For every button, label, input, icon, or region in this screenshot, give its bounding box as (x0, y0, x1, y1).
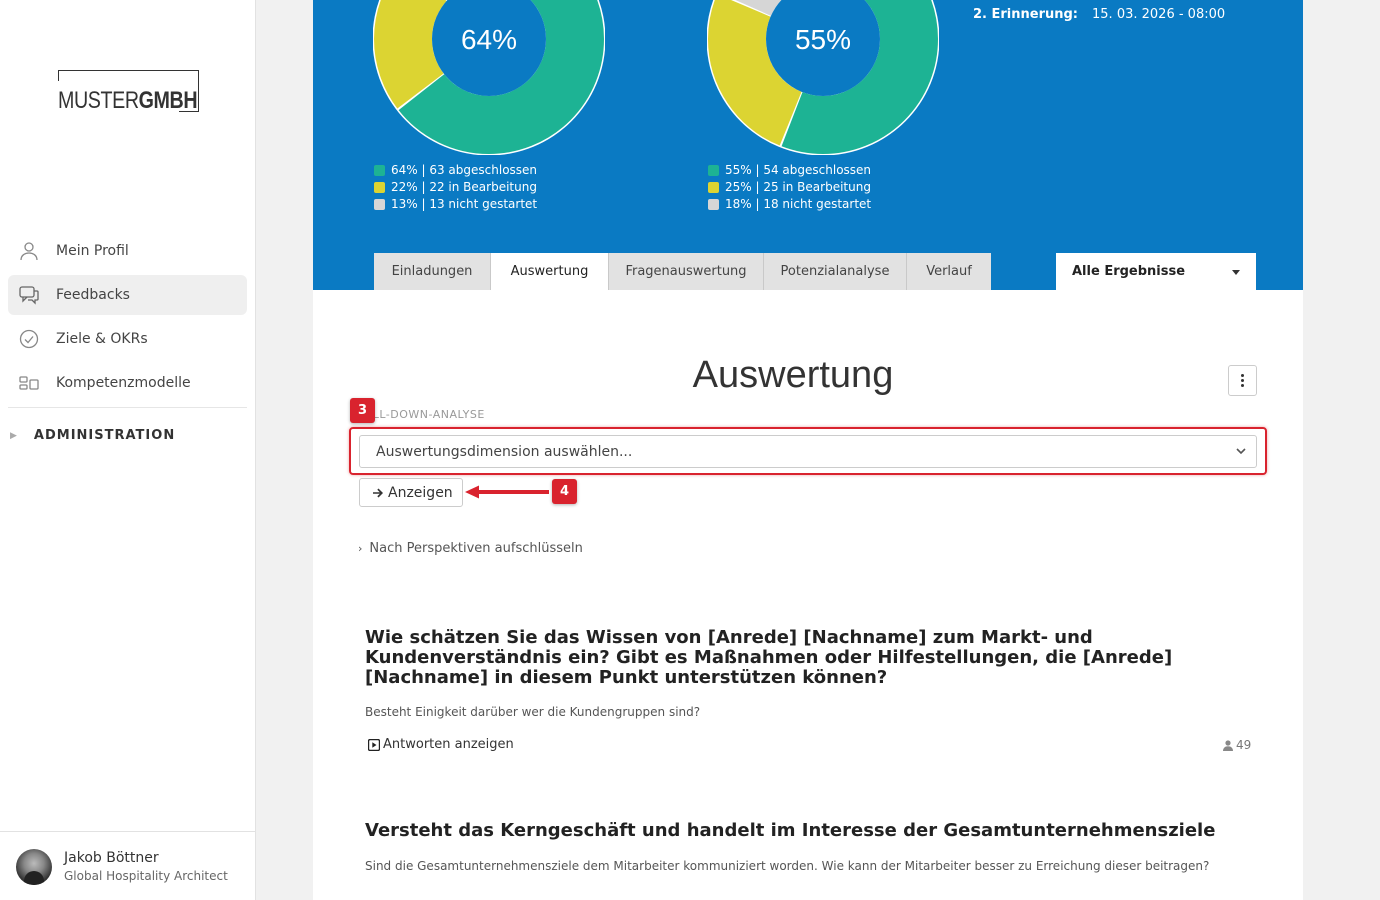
kebab-icon (1241, 373, 1244, 388)
dimension-select[interactable]: Auswertungsdimension auswählen... (359, 435, 1257, 468)
legend-text: 18% | 18 nicht gestartet (725, 197, 872, 211)
grid-icon (18, 372, 40, 394)
nav-divider (8, 407, 247, 408)
user-role: Global Hospitality Architect (64, 869, 228, 883)
caret-down-icon (1232, 270, 1240, 275)
legend-row: 55% | 54 abgeschlossen (708, 162, 871, 179)
question-subtitle: Sind die Gesamtunternehmensziele dem Mit… (365, 859, 1210, 873)
expand-label: Nach Perspektiven aufschlüsseln (369, 541, 583, 556)
caret-right-icon: ▶ (10, 430, 18, 441)
check-circle-icon (18, 328, 40, 350)
play-square-icon (368, 738, 380, 751)
reminder-label: 2. Erinnerung: (973, 7, 1079, 22)
legend-text: 25% | 25 in Bearbeitung (725, 180, 871, 194)
main-content: 64% 55% 64% | 63 abgeschlossen 22% | 22 … (313, 0, 1303, 900)
tab-bar: Einladungen Auswertung Fragenauswertung … (374, 253, 991, 290)
respondent-count-value: 49 (1236, 738, 1252, 752)
legend-swatch-open (708, 199, 719, 210)
chevron-right-icon: › (358, 542, 363, 555)
sidebar-item-label: Kompetenzmodelle (56, 375, 191, 391)
legend-text: 64% | 63 abgeschlossen (391, 163, 538, 177)
legend-text: 55% | 54 abgeschlossen (725, 163, 872, 177)
tab-potenzialanalyse[interactable]: Potenzialanalyse (764, 253, 907, 290)
legend-row: 64% | 63 abgeschlossen (374, 162, 537, 179)
sidebar-item-mein-profil[interactable]: Mein Profil (8, 231, 247, 271)
tab-einladungen[interactable]: Einladungen (374, 253, 491, 290)
tab-auswertung[interactable]: Auswertung (491, 253, 609, 290)
donut-chart-2: 55% (707, 0, 939, 155)
respondent-count: 49 (1223, 738, 1251, 752)
reminder-info: 2. Erinnerung: 15. 03. 2026 - 08:00 (973, 7, 1225, 22)
logo-text: MUSTERGMBH (58, 87, 198, 114)
sidebar-nav: Mein Profil Feedbacks Ziele & OKRs Kompe… (8, 231, 247, 408)
tab-verlauf[interactable]: Verlauf (907, 253, 991, 290)
drilldown-section-label: ILL-DOWN-ANALYSE (369, 408, 485, 421)
legend-swatch-progress (708, 182, 719, 193)
sidebar-item-label: Feedbacks (56, 287, 130, 303)
step-badge-3: 3 (350, 398, 375, 423)
sidebar-item-kompetenzmodelle[interactable]: Kompetenzmodelle (8, 363, 247, 403)
question-title: Wie schätzen Sie das Wissen von [Anrede]… (365, 627, 1173, 688)
legend-row: 18% | 18 nicht gestartet (708, 196, 871, 213)
show-button-label: Anzeigen (388, 484, 453, 501)
page-title: Auswertung (692, 354, 894, 396)
legend-row: 22% | 22 in Bearbeitung (374, 179, 537, 196)
sidebar-item-ziele-okrs[interactable]: Ziele & OKRs (8, 319, 247, 359)
legend-swatch-progress (374, 182, 385, 193)
sidebar-item-feedbacks[interactable]: Feedbacks (8, 275, 247, 315)
filter-label: Alle Ergebnisse (1072, 264, 1186, 279)
legend-swatch-open (374, 199, 385, 210)
more-options-button[interactable] (1228, 365, 1257, 396)
sidebar-item-administration[interactable]: ▶ ADMINISTRATION (10, 428, 175, 443)
avatar (16, 849, 52, 885)
question-title: Versteht das Kerngeschäft und handelt im… (365, 820, 1216, 841)
chevron-down-icon (1236, 448, 1246, 455)
user-icon (18, 240, 40, 262)
hero-banner: 64% 55% 64% | 63 abgeschlossen 22% | 22 … (313, 0, 1303, 290)
legend-row: 13% | 13 nicht gestartet (374, 196, 537, 213)
donut-center-label: 55% (795, 24, 851, 55)
legend-text: 22% | 22 in Bearbeitung (391, 180, 537, 194)
user-profile[interactable]: Jakob Böttner Global Hospitality Archite… (0, 831, 255, 900)
show-answers-label: Antworten anzeigen (383, 737, 514, 752)
sidebar-item-label: Mein Profil (56, 243, 129, 259)
chat-icon (18, 284, 40, 306)
legend-swatch-done (374, 165, 385, 176)
donut-2-legend: 55% | 54 abgeschlossen 25% | 25 in Bearb… (708, 162, 871, 213)
legend-swatch-done (708, 165, 719, 176)
legend-text: 13% | 13 nicht gestartet (391, 197, 538, 211)
donut-center-label: 64% (461, 24, 517, 55)
show-button[interactable]: Anzeigen (359, 478, 463, 507)
reminder-value: 15. 03. 2026 - 08:00 (1092, 7, 1226, 22)
admin-label: ADMINISTRATION (33, 428, 176, 443)
donut-chart-1: 64% (373, 0, 605, 155)
donut-1-legend: 64% | 63 abgeschlossen 22% | 22 in Bearb… (374, 162, 537, 213)
sidebar-item-label: Ziele & OKRs (56, 331, 148, 347)
person-icon (1223, 739, 1233, 751)
step-badge-4: 4 (552, 479, 577, 504)
arrow-right-icon (373, 488, 383, 497)
sidebar: MUSTERGMBH Mein Profil Feedbacks Ziele &… (0, 0, 256, 900)
user-name: Jakob Böttner (64, 850, 159, 866)
legend-row: 25% | 25 in Bearbeitung (708, 179, 871, 196)
select-placeholder: Auswertungsdimension auswählen... (376, 443, 633, 460)
tab-fragenauswertung[interactable]: Fragenauswertung (609, 253, 764, 290)
callout-arrow-icon (465, 485, 549, 499)
show-answers-link[interactable]: Antworten anzeigen (368, 737, 514, 752)
expand-perspectives-link[interactable]: › Nach Perspektiven aufschlüsseln (358, 541, 583, 556)
results-filter-dropdown[interactable]: Alle Ergebnisse (1056, 253, 1256, 290)
question-subtitle: Besteht Einigkeit darüber wer die Kunden… (365, 705, 701, 719)
company-logo[interactable]: MUSTERGMBH (58, 70, 200, 114)
